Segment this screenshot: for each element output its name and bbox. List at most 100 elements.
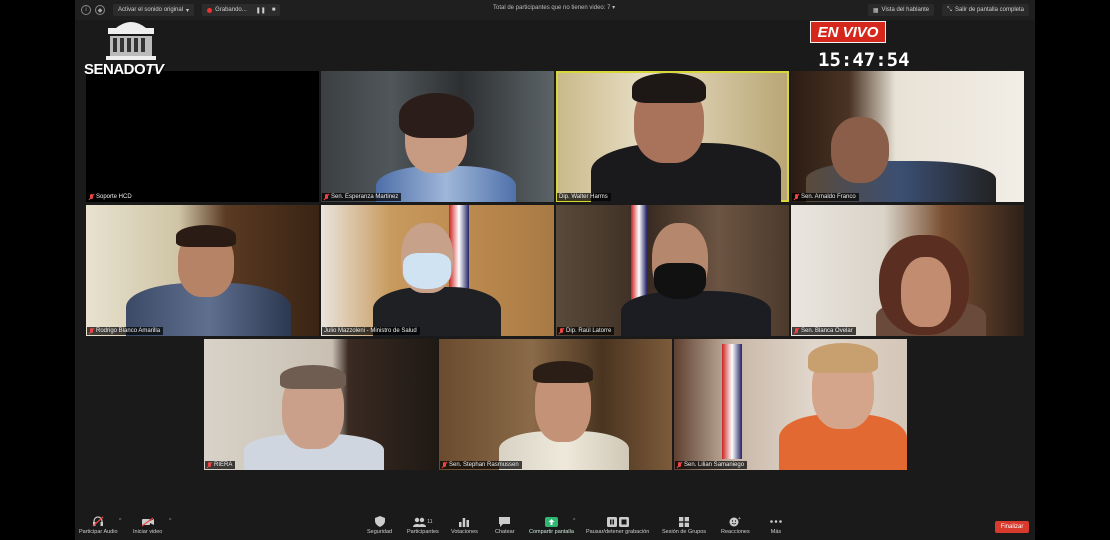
chevron-up-icon[interactable]: ^ xyxy=(573,518,575,524)
security-button[interactable]: Seguridad xyxy=(367,516,392,535)
polls-label: Votaciones xyxy=(451,529,478,535)
participants-label: Participantes xyxy=(407,529,439,535)
video-tile[interactable]: Soporte HCD xyxy=(86,71,319,202)
speaker-view-button[interactable]: ▦ Vista del hablante xyxy=(867,4,935,16)
chevron-up-icon[interactable]: ^ xyxy=(169,518,171,524)
participants-without-video[interactable]: Total de participantes que no tienen vid… xyxy=(493,4,615,11)
participant-video xyxy=(791,71,1024,202)
participant-name-label: Julio Mazzoleni - Ministro de Salud xyxy=(322,327,420,335)
chevron-down-icon: ▾ xyxy=(612,5,616,11)
more-button[interactable]: Más xyxy=(769,516,783,535)
participant-name-label: Sen. Stephan Rasmussen xyxy=(440,461,522,469)
video-figure xyxy=(654,263,706,299)
mic-muted-icon xyxy=(89,194,94,200)
more-dots-icon xyxy=(769,516,783,527)
mic-muted-icon xyxy=(442,462,447,468)
logo-text: SENADO xyxy=(84,61,146,78)
video-figure xyxy=(399,93,474,138)
participant-name: Sen. Arnaldo Franco xyxy=(801,194,856,200)
chat-bubble-icon xyxy=(498,516,512,527)
chevron-up-icon[interactable]: ^ xyxy=(119,518,121,524)
breakout-rooms-label: Sesión de Grupos xyxy=(662,529,707,535)
zoom-window: i ◆ Activar el sonido original ▾ Graband… xyxy=(75,0,1035,540)
live-badge: EN VIVO xyxy=(810,21,886,43)
breakout-rooms-button[interactable]: Sesión de Grupos xyxy=(662,516,706,535)
join-audio-button[interactable]: Participar Audio xyxy=(79,516,118,535)
logo-tv-text: TV xyxy=(145,61,164,78)
video-figure xyxy=(901,257,951,327)
video-figure xyxy=(176,225,236,247)
participants-button[interactable]: 11 Participantes xyxy=(407,516,439,535)
pause-stop-icon xyxy=(606,516,630,527)
participant-video xyxy=(86,205,319,336)
participant-name: Sen. Esperanza Martinez xyxy=(331,194,399,200)
end-meeting-button[interactable]: Finalizar xyxy=(995,521,1029,533)
shield-icon xyxy=(373,516,387,527)
reactions-button[interactable]: + Reacciones xyxy=(721,516,750,535)
start-video-button[interactable]: Iniciar video xyxy=(133,516,162,535)
mic-muted-icon xyxy=(559,328,564,334)
participant-name-label: Sen. Esperanza Martinez xyxy=(322,193,402,201)
speaker-view-label: Vista del hablante xyxy=(881,7,930,13)
info-icon[interactable]: i xyxy=(81,5,91,15)
participant-name: Dip. Raúl Latorre xyxy=(566,328,612,334)
participant-name-label: Sen. Arnaldo Franco xyxy=(792,193,859,201)
participant-name-label: Sen. Lilian Samaniego xyxy=(675,461,748,469)
video-tile[interactable]: Dip. Raúl Latorre xyxy=(556,205,789,336)
participant-name-label: Sen. Blanca Ovelar xyxy=(792,327,856,335)
participants-count: 11 xyxy=(427,518,433,525)
participant-video xyxy=(556,205,789,336)
logo-wordmark: SENADOTV xyxy=(84,61,164,78)
video-tile[interactable]: Sen. Lilian Samaniego xyxy=(674,339,907,470)
participant-name: Sen. Lilian Samaniego xyxy=(684,462,745,468)
smiley-plus-icon: + xyxy=(728,516,742,527)
video-camera-off-icon xyxy=(141,516,155,527)
video-tile[interactable]: Sen. Esperanza Martinez xyxy=(321,71,554,202)
participant-name: RIERA xyxy=(214,462,233,468)
video-tile[interactable]: Rodrigo Blanco Amarilla xyxy=(86,205,319,336)
grid-icon: ▦ xyxy=(872,7,879,14)
video-tile[interactable]: Sen. Stephan Rasmussen xyxy=(439,339,672,470)
breakout-rooms-icon xyxy=(677,516,691,527)
participant-name-label: Rodrigo Blanco Amarilla xyxy=(87,327,164,335)
share-screen-icon xyxy=(544,516,558,527)
video-tile[interactable]: Sen. Blanca Ovelar xyxy=(791,205,1024,336)
video-figure xyxy=(632,73,706,103)
mic-muted-icon xyxy=(677,462,682,468)
headphones-icon xyxy=(91,516,105,527)
security-label: Seguridad xyxy=(367,529,393,535)
meeting-toolbar: Participar Audio ^ Iniciar video ^ Segur… xyxy=(75,508,1035,540)
recording-label: Grabando... xyxy=(215,7,247,13)
chat-button[interactable]: Chatear xyxy=(495,516,515,535)
participant-video xyxy=(556,71,789,202)
pause-recording-icon[interactable]: ❚❚ xyxy=(256,7,266,14)
video-figure xyxy=(280,365,346,389)
exit-fullscreen-icon: ⤡ xyxy=(947,6,952,13)
video-tile-active-speaker[interactable]: Dip. Walter Harms xyxy=(556,71,789,202)
svg-text:+: + xyxy=(738,516,741,522)
broadcast-clock: 15:47:54 xyxy=(818,49,910,71)
participant-name: Soporte HCD xyxy=(96,194,132,200)
video-tile[interactable]: RIERA xyxy=(204,339,437,470)
pause-stop-recording-button[interactable]: Pausar/detener grabación xyxy=(586,516,649,535)
participant-name-label: Soporte HCD xyxy=(87,193,135,201)
original-sound-button[interactable]: Activar el sonido original ▾ xyxy=(113,4,195,16)
exit-fullscreen-button[interactable]: ⤡ Salir de pantalla completa xyxy=(942,4,1029,16)
senado-tv-logo: SENADOTV xyxy=(84,18,184,82)
share-screen-button[interactable]: Compartir pantalla xyxy=(529,516,574,535)
participant-video xyxy=(321,205,554,336)
video-tile[interactable]: Julio Mazzoleni - Ministro de Salud xyxy=(321,205,554,336)
original-sound-label: Activar el sonido original xyxy=(118,7,184,13)
bar-chart-icon xyxy=(457,516,471,527)
video-figure xyxy=(621,291,771,336)
video-tile[interactable]: Sen. Arnaldo Franco xyxy=(791,71,1024,202)
mic-muted-icon xyxy=(89,328,94,334)
building-logo-icon xyxy=(106,22,156,60)
polls-button[interactable]: Votaciones xyxy=(451,516,478,535)
share-screen-label: Compartir pantalla xyxy=(529,529,574,535)
shield-icon[interactable]: ◆ xyxy=(95,5,105,15)
stop-recording-icon[interactable]: ■ xyxy=(272,7,276,13)
participant-name: Sen. Blanca Ovelar xyxy=(801,328,853,334)
mic-muted-icon xyxy=(324,194,329,200)
participant-video xyxy=(439,339,672,470)
